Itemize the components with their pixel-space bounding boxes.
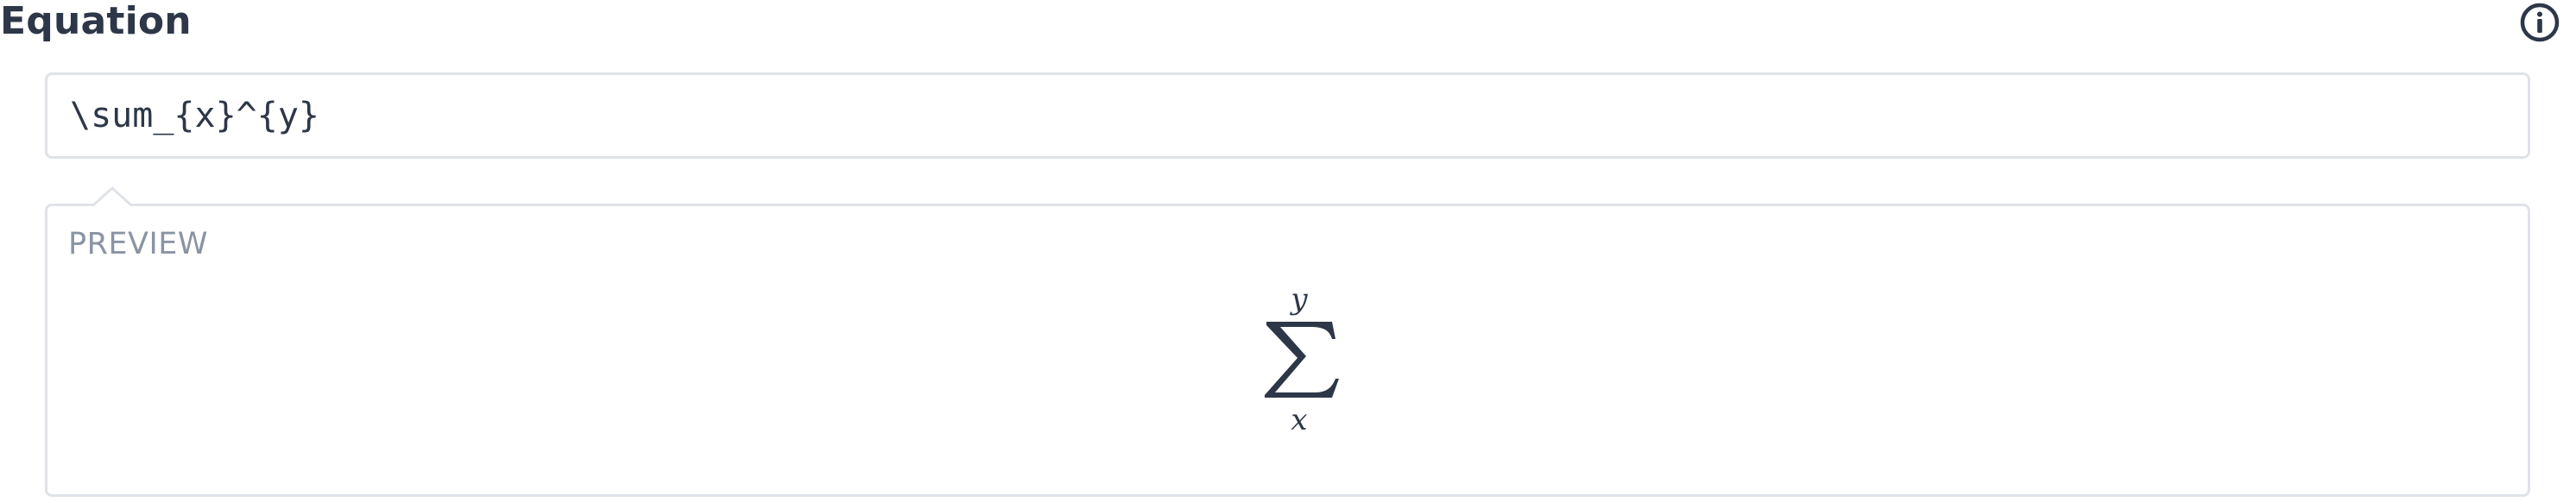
- sigma-symbol: [1265, 322, 1339, 398]
- preview-pointer: [92, 185, 133, 207]
- info-icon[interactable]: [2519, 2, 2560, 43]
- equation-input[interactable]: \sum_{x}^{y}: [45, 72, 2530, 159]
- superscript: y: [1291, 282, 1308, 317]
- preview-panel: PREVIEW y x: [45, 204, 2530, 497]
- rendered-equation: y x: [1247, 284, 1351, 448]
- equation-header: Equation: [0, 0, 2576, 47]
- page-title: Equation: [0, 0, 192, 43]
- subscript: x: [1291, 403, 1308, 437]
- preview-label: PREVIEW: [68, 227, 209, 261]
